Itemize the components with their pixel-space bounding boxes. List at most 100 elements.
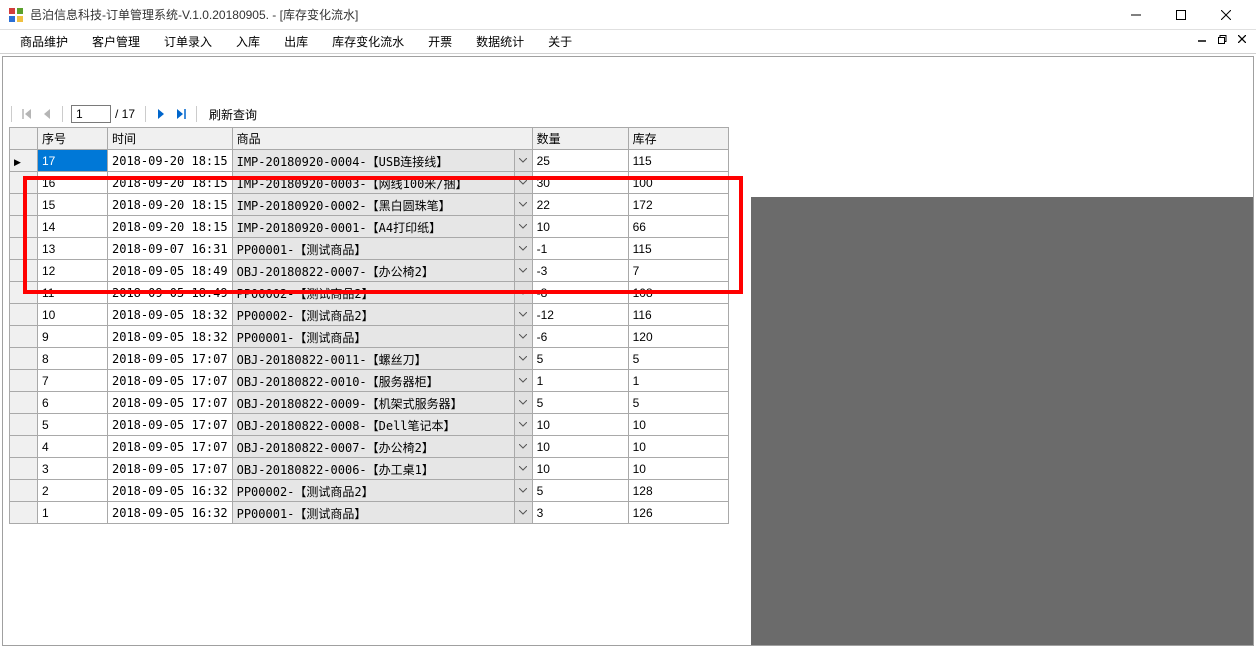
cell-stock[interactable]: 10 [628,436,728,458]
cell-qty[interactable]: 30 [532,172,628,194]
chevron-down-icon[interactable] [515,392,532,413]
cell-qty[interactable]: -8 [532,282,628,304]
table-row[interactable]: 162018-09-20 18:15IMP-20180920-0003-【网线1… [10,172,729,194]
cell-qty[interactable]: 22 [532,194,628,216]
cell-stock[interactable]: 5 [628,392,728,414]
row-header[interactable] [10,260,38,282]
cell-seq[interactable]: 16 [38,172,108,194]
product-combo-text[interactable]: PP00001-【测试商品】 [233,502,515,523]
cell-qty[interactable]: -6 [532,326,628,348]
cell-qty[interactable]: 5 [532,480,628,502]
cell-stock[interactable]: 120 [628,326,728,348]
row-header[interactable] [10,480,38,502]
cell-product[interactable]: OBJ-20180822-0011-【螺丝刀】 [232,348,532,370]
cell-product[interactable]: OBJ-20180822-0009-【机架式服务器】 [232,392,532,414]
cell-qty[interactable]: 10 [532,414,628,436]
cell-stock[interactable]: 116 [628,304,728,326]
cell-time[interactable]: 2018-09-05 17:07 [108,436,233,458]
cell-product[interactable]: PP00002-【测试商品2】 [232,480,532,502]
product-combo-text[interactable]: IMP-20180920-0004-【USB连接线】 [233,150,515,171]
cell-product[interactable]: OBJ-20180822-0006-【办工桌1】 [232,458,532,480]
chevron-down-icon[interactable] [515,348,532,369]
cell-seq[interactable]: 7 [38,370,108,392]
cell-time[interactable]: 2018-09-05 17:07 [108,348,233,370]
product-combo-text[interactable]: PP00001-【测试商品】 [233,238,515,259]
table-row[interactable]: 12018-09-05 16:32PP00001-【测试商品】3126 [10,502,729,524]
cell-seq[interactable]: 1 [38,502,108,524]
menu-about[interactable]: 关于 [536,30,584,53]
cell-time[interactable]: 2018-09-20 18:15 [108,172,233,194]
cell-time[interactable]: 2018-09-05 16:32 [108,480,233,502]
table-row[interactable]: 72018-09-05 17:07OBJ-20180822-0010-【服务器柜… [10,370,729,392]
menu-invoice[interactable]: 开票 [416,30,464,53]
cell-time[interactable]: 2018-09-05 18:49 [108,260,233,282]
menu-inventory-flow[interactable]: 库存变化流水 [320,30,416,53]
chevron-down-icon[interactable] [515,304,532,325]
cell-stock[interactable]: 5 [628,348,728,370]
table-row[interactable]: 112018-09-05 18:49PP00002-【测试商品2】-8108 [10,282,729,304]
cell-qty[interactable]: 10 [532,458,628,480]
menu-stock-in[interactable]: 入库 [224,30,272,53]
cell-qty[interactable]: 5 [532,348,628,370]
product-combo-text[interactable]: IMP-20180920-0002-【黑白圆珠笔】 [233,194,515,215]
cell-time[interactable]: 2018-09-05 18:32 [108,304,233,326]
row-header[interactable] [10,172,38,194]
cell-time[interactable]: 2018-09-05 17:07 [108,458,233,480]
mdi-minimize-button[interactable] [1194,32,1210,46]
table-row[interactable]: 142018-09-20 18:15IMP-20180920-0001-【A4打… [10,216,729,238]
table-row[interactable]: 102018-09-05 18:32PP00002-【测试商品2】-12116 [10,304,729,326]
cell-seq[interactable]: 2 [38,480,108,502]
product-combo-text[interactable]: OBJ-20180822-0007-【办公椅2】 [233,260,515,281]
product-combo-text[interactable]: OBJ-20180822-0008-【Dell笔记本】 [233,414,515,435]
cell-product[interactable]: PP00001-【测试商品】 [232,502,532,524]
row-header[interactable] [10,282,38,304]
product-combo-text[interactable]: OBJ-20180822-0011-【螺丝刀】 [233,348,515,369]
cell-seq[interactable]: 8 [38,348,108,370]
row-header-corner[interactable] [10,128,38,150]
table-row[interactable]: 32018-09-05 17:07OBJ-20180822-0006-【办工桌1… [10,458,729,480]
cell-product[interactable]: IMP-20180920-0002-【黑白圆珠笔】 [232,194,532,216]
cell-seq[interactable]: 9 [38,326,108,348]
chevron-down-icon[interactable] [515,216,532,237]
chevron-down-icon[interactable] [515,260,532,281]
cell-time[interactable]: 2018-09-20 18:15 [108,216,233,238]
table-row[interactable]: 82018-09-05 17:07OBJ-20180822-0011-【螺丝刀】… [10,348,729,370]
table-row[interactable]: 122018-09-05 18:49OBJ-20180822-0007-【办公椅… [10,260,729,282]
cell-stock[interactable]: 10 [628,414,728,436]
window-maximize-button[interactable] [1158,1,1203,29]
cell-qty[interactable]: 1 [532,370,628,392]
cell-stock[interactable]: 172 [628,194,728,216]
row-header[interactable] [10,194,38,216]
cell-seq[interactable]: 10 [38,304,108,326]
nav-prev-button[interactable] [38,105,56,123]
chevron-down-icon[interactable] [515,282,532,303]
chevron-down-icon[interactable] [515,414,532,435]
cell-stock[interactable]: 108 [628,282,728,304]
cell-time[interactable]: 2018-09-07 16:31 [108,238,233,260]
cell-seq[interactable]: 14 [38,216,108,238]
nav-next-button[interactable] [152,105,170,123]
product-combo-text[interactable]: IMP-20180920-0001-【A4打印纸】 [233,216,515,237]
cell-time[interactable]: 2018-09-05 17:07 [108,370,233,392]
table-row[interactable]: ▶172018-09-20 18:15IMP-20180920-0004-【US… [10,150,729,172]
chevron-down-icon[interactable] [515,436,532,457]
col-header-qty[interactable]: 数量 [532,128,628,150]
row-header[interactable] [10,392,38,414]
row-header[interactable] [10,414,38,436]
cell-qty[interactable]: 10 [532,436,628,458]
cell-product[interactable]: OBJ-20180822-0010-【服务器柜】 [232,370,532,392]
product-combo-text[interactable]: OBJ-20180822-0006-【办工桌1】 [233,458,515,479]
cell-qty[interactable]: 25 [532,150,628,172]
product-combo-text[interactable]: IMP-20180920-0003-【网线100米/捆】 [233,172,515,193]
mdi-close-button[interactable] [1234,32,1250,46]
cell-seq[interactable]: 17 [38,150,108,172]
refresh-query-button[interactable]: 刷新查询 [203,106,263,123]
cell-time[interactable]: 2018-09-05 18:49 [108,282,233,304]
cell-qty[interactable]: -1 [532,238,628,260]
product-combo-text[interactable]: PP00002-【测试商品2】 [233,282,515,303]
cell-qty[interactable]: 10 [532,216,628,238]
cell-stock[interactable]: 7 [628,260,728,282]
cell-stock[interactable]: 126 [628,502,728,524]
table-row[interactable]: 62018-09-05 17:07OBJ-20180822-0009-【机架式服… [10,392,729,414]
product-combo-text[interactable]: OBJ-20180822-0010-【服务器柜】 [233,370,515,391]
